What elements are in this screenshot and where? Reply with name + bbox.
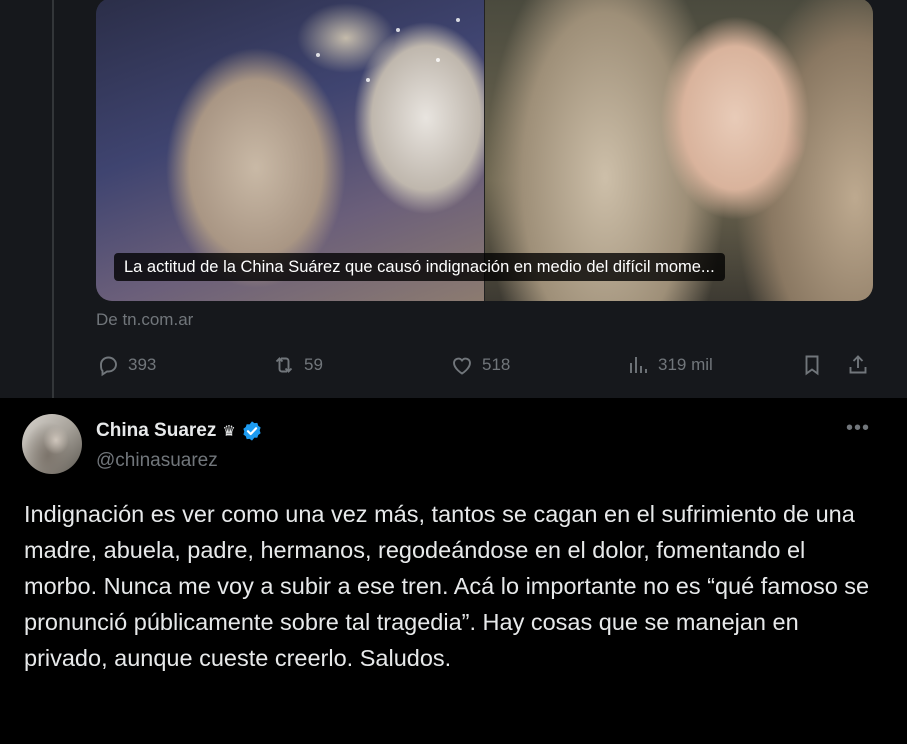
parent-tweet: La actitud de la China Suárez que causó …	[0, 0, 907, 398]
bookmark-button[interactable]	[800, 350, 824, 380]
tweet-text: Indignación es ver como una vez más, tan…	[24, 501, 870, 671]
main-tweet: China Suarez ♛ @chinasuarez ••• Indignac…	[0, 398, 907, 744]
display-name[interactable]: China Suarez	[96, 420, 216, 442]
crown-icon: ♛	[222, 423, 236, 440]
views-icon	[630, 357, 647, 373]
avatar[interactable]	[22, 414, 82, 474]
parent-action-bar: 393 59 518 319 mil	[96, 350, 873, 380]
retweet-count: 59	[304, 355, 323, 374]
retweet-icon	[275, 357, 293, 373]
views-count: 319 mil	[658, 355, 713, 374]
author-name-row: China Suarez ♛	[96, 418, 263, 444]
share-button[interactable]	[846, 350, 870, 380]
like-count: 518	[482, 355, 511, 374]
link-card-source[interactable]: De tn.com.ar	[96, 310, 193, 330]
page: La actitud de la China Suárez que causó …	[0, 0, 907, 744]
views-button[interactable]: 319 mil	[626, 350, 713, 380]
reply-icon	[100, 356, 117, 377]
link-card-caption: La actitud de la China Suárez que causó …	[114, 253, 725, 281]
thread-line	[52, 0, 54, 398]
like-button[interactable]: 518	[450, 350, 510, 380]
like-icon	[453, 357, 471, 375]
verified-badge-icon[interactable]	[241, 420, 263, 442]
bookmark-icon	[805, 355, 819, 376]
reply-count: 393	[128, 355, 157, 374]
retweet-button[interactable]: 59	[272, 350, 323, 380]
reply-button[interactable]: 393	[96, 350, 156, 380]
share-icon	[849, 355, 867, 374]
more-options-icon[interactable]: •••	[846, 418, 870, 438]
user-handle[interactable]: @chinasuarez	[96, 450, 218, 472]
link-card[interactable]: La actitud de la China Suárez que causó …	[96, 0, 873, 301]
